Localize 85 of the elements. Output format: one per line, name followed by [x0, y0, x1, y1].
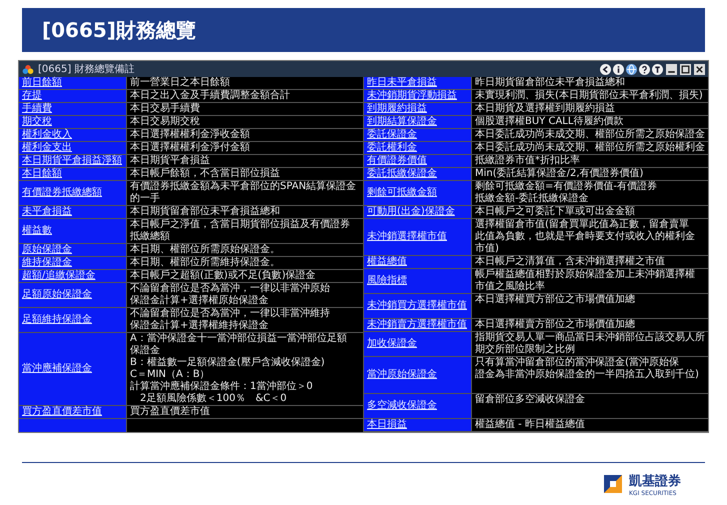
field-description: 本日帳戶餘額，不含當日部位損益: [127, 168, 363, 180]
field-description: 帳戶權益總值相對於原始保證金加上未沖銷選擇權 市值之風險比率: [472, 269, 708, 293]
field-description: 前一營業日之本日餘額: [127, 77, 363, 89]
field-description: 本日選擇權權利金淨付金額: [127, 142, 363, 154]
field-label[interactable]: 手續費: [19, 103, 126, 115]
field-label[interactable]: 到期履約損益: [364, 103, 471, 115]
field-label[interactable]: 風險指標: [364, 269, 471, 293]
field-description: 本日帳戶之淨值，含當日期貨部位損益及有價證券 抵繳總額: [127, 219, 363, 243]
field-description: 本日帳戶之可委託下單或可出金金額: [472, 206, 708, 218]
close-icon[interactable]: [694, 64, 705, 74]
field-description: 本日期貨平倉損益: [127, 155, 363, 167]
field-description: 不論留倉部位是否為當沖，一律以非當沖維持 保證金計算+選擇權維持保證金: [127, 308, 363, 332]
field-label[interactable]: 本日期貨平倉損益淨額: [19, 155, 126, 167]
field-description: 本日選擇權賣方部位之市場價值加總: [472, 319, 708, 331]
logo-name: 凱基證券: [629, 472, 681, 490]
field-description: 有價證券抵繳金額為未平倉部位的SPAN結算保證金 的一手: [127, 181, 363, 205]
field-label[interactable]: 買方盈直價差市值: [19, 406, 126, 418]
field-label[interactable]: 未沖銷選擇權市值: [364, 219, 471, 255]
field-description: 不論留倉部位是否為當沖，一律以非當沖原始 保證金計算+選擇權原始保證金: [127, 283, 363, 307]
field-label[interactable]: 委託權利金: [364, 142, 471, 154]
field-label[interactable]: 未沖銷賣方選擇權市值: [364, 319, 471, 331]
minimize-icon[interactable]: [666, 64, 677, 74]
field-label[interactable]: 委託保證金: [364, 129, 471, 141]
slide-title: [0665]財務總覽: [42, 16, 196, 44]
field-description: 本日之出入金及手續費調整金額合計: [127, 90, 363, 102]
field-label[interactable]: 權益數: [19, 219, 126, 243]
info-icon[interactable]: [613, 64, 624, 74]
field-description: 本日期、權部位所需維持保證金。: [127, 257, 363, 269]
field-description: 抵繳證券市值*折扣比率: [472, 155, 708, 167]
field-label[interactable]: 有價證券抵繳總額: [19, 181, 126, 205]
field-description: 權益總值 - 昨日權益總值: [472, 419, 708, 431]
field-label[interactable]: 超額/追繳保證金: [19, 270, 126, 282]
field-description: 本日交易手續費: [127, 103, 363, 115]
field-description: 本日交易期交稅: [127, 116, 363, 128]
field-label[interactable]: 權利金支出: [19, 142, 126, 154]
field-label[interactable]: 本日餘額: [19, 168, 126, 180]
field-description: 昨日期貨留倉部位未平倉損益總和: [472, 77, 708, 89]
logo-icon: [603, 474, 623, 494]
field-description: 本日委託成功尚未成交期、權部位所需之原始權利金: [472, 142, 708, 154]
field-label[interactable]: 加收保證金: [364, 332, 471, 356]
field-label[interactable]: 剩餘可抵繳金額: [364, 181, 471, 205]
field-label[interactable]: 到期結算保證金: [364, 116, 471, 128]
field-label[interactable]: 存提: [19, 90, 126, 102]
field-label[interactable]: 前日餘額: [19, 77, 126, 89]
field-description: 本日期、權部位所需原始保證金。: [127, 244, 363, 256]
field-label[interactable]: 當沖原始保證金: [364, 357, 471, 393]
field-label[interactable]: 未沖銷買方選擇權市值: [364, 294, 471, 318]
field-description: A：當沖保證金十一當沖部位損益一當沖部位足額 保證金 B：權益數一足額保證金(壓戶含減收保證金) C＝MIN（A：B） 計算當沖應補保證金條件：1當沖部位＞0 2足額風險係數＜100％ &C＜0: [127, 333, 363, 405]
help-icon[interactable]: [639, 64, 650, 74]
maximize-icon[interactable]: [680, 64, 691, 74]
field-description: 選擇權留倉市值(留倉買單此值為正數，留倉賣單 此值為負數，也就是平倉時要支付或收入的權利金 市值): [472, 219, 708, 255]
back-icon[interactable]: [600, 64, 611, 74]
field-description: Min(委託結算保證金/2,有價證券價值): [472, 168, 708, 180]
field-description: 留倉部位多空減收保證金: [472, 394, 708, 418]
field-label[interactable]: 多空減收保證金: [364, 394, 471, 418]
field-description: 本日期貨及選擇權到期履約損益: [472, 103, 708, 115]
window-title: [0665] 財務總覽備註: [38, 62, 134, 76]
field-label[interactable]: 未沖銷期貨浮動損益: [364, 90, 471, 102]
field-description: 只有算當沖留倉部位的當沖保證金(當沖原始保 證金為非當沖原始保證金的一半四捨五入取到千位): [472, 357, 708, 393]
field-description: 剩餘可抵繳金額=有價證券價值-有價證券 抵繳金額-委託抵繳保證金: [472, 181, 708, 205]
field-description: 本日期貨留倉部位未平倉損益總和: [127, 206, 363, 218]
field-description: 本日帳戶之超額(正數)或不足(負數)保證金: [127, 270, 363, 282]
field-description: 指期貨交易人單一商品當日未沖銷部位占該交易人所 期交所部位限制之比例: [472, 332, 708, 356]
field-label[interactable]: 權利金收入: [19, 129, 126, 141]
field-description: 本日選擇權買方部位之市場價值加總: [472, 294, 708, 318]
field-description: 未實現利潤、損失(本日期貨部位未平倉利潤、損失): [472, 90, 708, 102]
field-label[interactable]: 當沖應補保證金: [19, 333, 126, 405]
field-label[interactable]: 可動用(出金)保證金: [364, 206, 471, 218]
field-description: 個股選擇權BUY CALL待履約價款: [472, 116, 708, 128]
field-description: 本日委託成功尚未成交期、權部位所需之原始保證金: [472, 129, 708, 141]
field-label[interactable]: 足額原始保證金: [19, 283, 126, 307]
field-label[interactable]: 未平倉損益: [19, 206, 126, 218]
field-description: 買方盈直價差市值: [127, 406, 363, 418]
field-label[interactable]: 昨日未平倉損益: [364, 77, 471, 89]
field-label[interactable]: 有價證券價值: [364, 155, 471, 167]
field-description: 本日選擇權權利金淨收金額: [127, 129, 363, 141]
field-label[interactable]: 權益總值: [364, 256, 471, 268]
field-label[interactable]: 足額維持保證金: [19, 308, 126, 332]
field-label[interactable]: 維持保證金: [19, 257, 126, 269]
field-description: 本日帳戶之清算值，含未沖銷選擇權之市值: [472, 256, 708, 268]
field-label[interactable]: 委託抵繳保證金: [364, 168, 471, 180]
field-label[interactable]: 原始保證金: [19, 244, 126, 256]
field-label[interactable]: 本日損益: [364, 419, 471, 431]
app-icon: [22, 64, 34, 74]
globe-icon[interactable]: [626, 64, 637, 74]
